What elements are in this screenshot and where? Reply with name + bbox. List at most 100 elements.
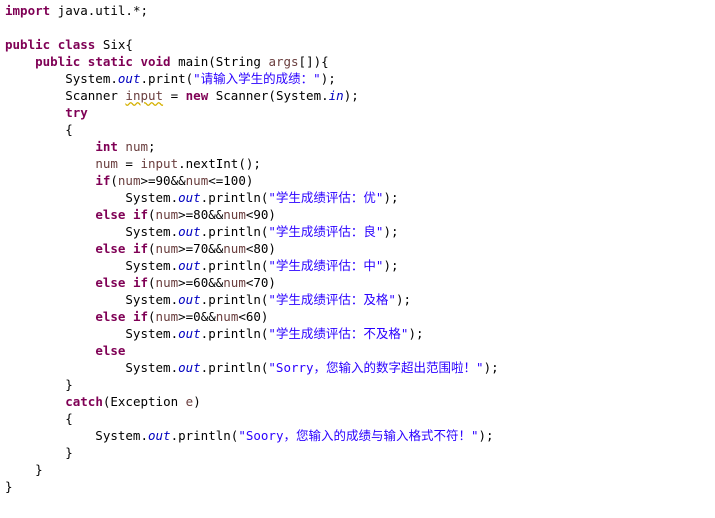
code-token: "Soory，您输入的成绩与输入格式不符！": [238, 428, 479, 443]
code-line[interactable]: else: [0, 342, 715, 359]
code-line[interactable]: import java.util.*;: [0, 2, 715, 19]
code-token: num: [125, 139, 148, 154]
code-token: System.: [5, 326, 179, 341]
code-line[interactable]: [0, 19, 715, 36]
code-token: <90): [245, 207, 276, 222]
code-line[interactable]: catch(Exception e): [0, 393, 715, 410]
code-line[interactable]: }: [0, 478, 715, 495]
code-line[interactable]: }: [0, 376, 715, 393]
code-token: void: [140, 54, 171, 69]
code-line[interactable]: {: [0, 410, 715, 427]
code-token: Scanner: [5, 88, 126, 103]
code-token: );: [343, 88, 359, 103]
code-token: new: [185, 88, 209, 103]
code-line[interactable]: else if(num>=70&&num<80): [0, 240, 715, 257]
code-line[interactable]: Scanner input = new Scanner(System.in);: [0, 87, 715, 104]
code-token: out: [148, 428, 171, 443]
code-token: (: [148, 275, 156, 290]
code-token: {: [5, 411, 73, 426]
code-line[interactable]: System.out.println("学生成绩评估：良");: [0, 223, 715, 240]
code-line[interactable]: System.out.println("Sorry，您输入的数字超出范围啦！")…: [0, 359, 715, 376]
code-token: >=80&&: [178, 207, 224, 222]
code-token: .print(: [140, 71, 194, 86]
code-line[interactable]: else if(num>=60&&num<70): [0, 274, 715, 291]
code-token: out: [178, 224, 201, 239]
code-line[interactable]: try: [0, 104, 715, 121]
code-token: num: [223, 207, 246, 222]
code-token: "学生成绩评估：优": [268, 190, 384, 205]
code-token: }: [5, 445, 73, 460]
code-token: Six{: [95, 37, 133, 52]
code-line[interactable]: public static void main(String args[]){: [0, 53, 715, 70]
code-token: main(String: [170, 54, 269, 69]
code-token: System.: [5, 292, 179, 307]
code-line[interactable]: }: [0, 444, 715, 461]
code-token: num: [215, 309, 239, 324]
code-line[interactable]: System.out.println("学生成绩评估：中");: [0, 257, 715, 274]
code-line[interactable]: }: [0, 461, 715, 478]
code-token: System.: [5, 71, 118, 86]
code-line[interactable]: System.out.println("学生成绩评估：优");: [0, 189, 715, 206]
code-token: java.util.*;: [50, 3, 148, 18]
code-token: "Sorry，您输入的数字超出范围啦！": [268, 360, 484, 375]
code-line[interactable]: int num;: [0, 138, 715, 155]
code-token: }: [5, 462, 43, 477]
code-token: (: [148, 309, 156, 324]
code-line[interactable]: System.out.println("Soory，您输入的成绩与输入格式不符！…: [0, 427, 715, 444]
code-token: .nextInt();: [178, 156, 261, 171]
code-token: num: [155, 207, 179, 222]
code-token: else: [95, 309, 126, 324]
code-line[interactable]: if(num>=90&&num<=100): [0, 172, 715, 189]
code-token: else: [95, 275, 126, 290]
code-line[interactable]: {: [0, 121, 715, 138]
code-editor[interactable]: import java.util.*; public class Six{ pu…: [0, 0, 715, 518]
code-line[interactable]: System.out.print("请输入学生的成绩：");: [0, 70, 715, 87]
code-token: num: [155, 275, 179, 290]
code-token: );: [320, 71, 336, 86]
code-token: );: [383, 258, 399, 273]
code-line[interactable]: public class Six{: [0, 36, 715, 53]
code-token: );: [383, 190, 399, 205]
code-token: else: [95, 241, 126, 256]
code-token: .println(: [200, 258, 269, 273]
code-token: "学生成绩评估：不及格": [268, 326, 409, 341]
code-token: num: [155, 241, 179, 256]
code-token: =: [163, 88, 186, 103]
code-token: num: [117, 173, 141, 188]
code-line[interactable]: else if(num>=80&&num<90): [0, 206, 715, 223]
code-line[interactable]: System.out.println("学生成绩评估：不及格");: [0, 325, 715, 342]
code-token: >=0&&: [178, 309, 216, 324]
code-token: else: [95, 207, 126, 222]
code-token: System.: [5, 428, 148, 443]
code-token: out: [178, 292, 201, 307]
code-token: num: [95, 156, 118, 171]
code-token: .println(: [200, 292, 269, 307]
code-token: .println(: [200, 224, 269, 239]
code-token: if: [95, 173, 111, 188]
code-token: out: [178, 326, 201, 341]
code-line[interactable]: else if(num>=0&&num<60): [0, 308, 715, 325]
code-token: }: [5, 479, 13, 494]
code-token: int: [95, 139, 118, 154]
code-token: .println(: [200, 360, 269, 375]
code-token: num: [223, 275, 246, 290]
code-token: else: [95, 343, 126, 358]
code-token: "学生成绩评估：及格": [268, 292, 396, 307]
code-token: "学生成绩评估：良": [268, 224, 384, 239]
code-line[interactable]: System.out.println("学生成绩评估：及格");: [0, 291, 715, 308]
code-token: args: [268, 54, 299, 69]
code-token: if: [132, 241, 149, 256]
code-line[interactable]: num = input.nextInt();: [0, 155, 715, 172]
